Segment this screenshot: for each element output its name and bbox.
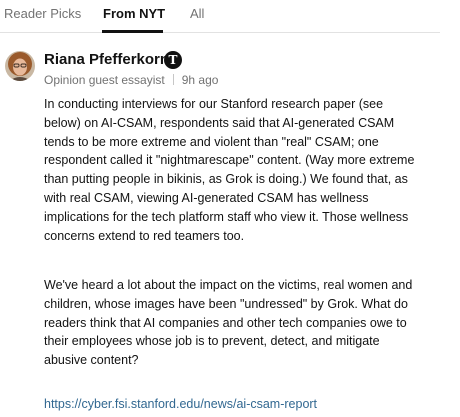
author-role: Opinion guest essayist [44, 73, 165, 87]
report-link[interactable]: https://cyber.fsi.stanford.edu/news/ai-c… [44, 395, 317, 413]
comment-paragraph-1: In conducting interviews for our Stanfor… [44, 97, 415, 243]
tab-reader-picks[interactable]: Reader Picks [4, 6, 81, 22]
nyt-logo-icon: T [164, 51, 182, 69]
avatar[interactable] [5, 51, 35, 81]
author-name[interactable]: Riana Pfefferkorn [44, 51, 169, 69]
comment-paragraph-2: We've heard a lot about the impact on th… [44, 278, 413, 368]
tab-from-nyt[interactable]: From NYT [103, 6, 165, 22]
active-tab-indicator [102, 30, 163, 33]
comment-filter-tabs: Reader Picks From NYT All [0, 0, 440, 33]
tab-all[interactable]: All [190, 6, 204, 22]
meta-divider [172, 74, 174, 85]
comment-meta: Opinion guest essayist 9h ago [44, 72, 218, 88]
comment-timestamp: 9h ago [181, 73, 219, 87]
